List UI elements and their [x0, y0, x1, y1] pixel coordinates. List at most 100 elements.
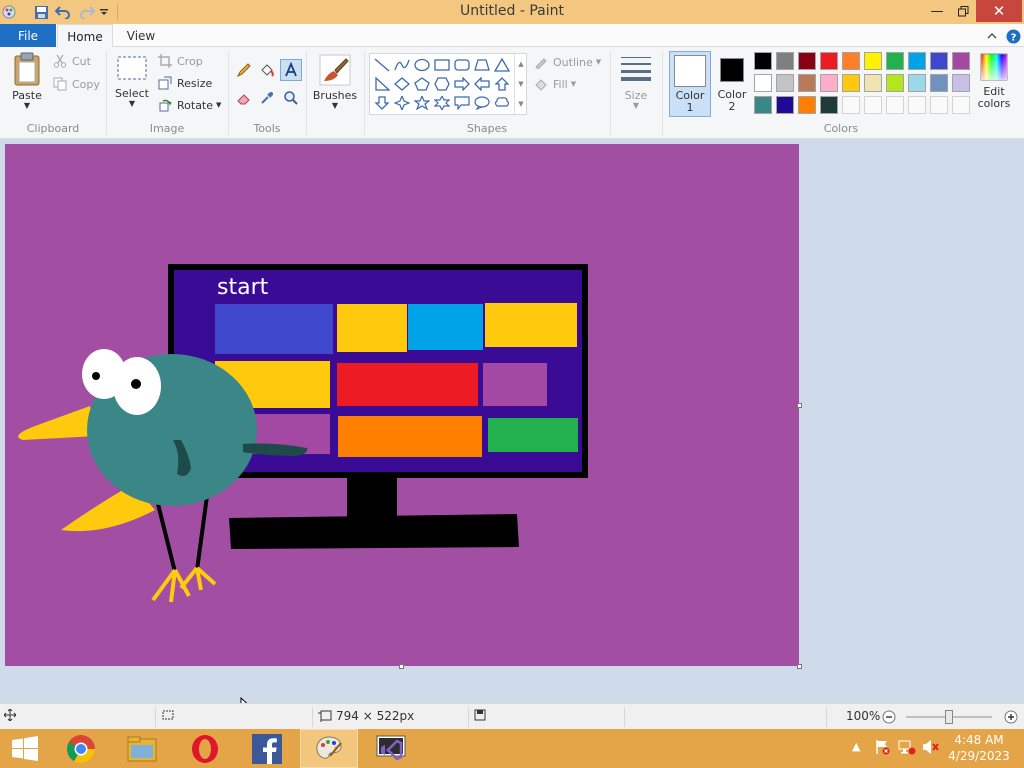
- rotate-button[interactable]: Rotate ▼: [157, 96, 221, 114]
- shape-pentagon-icon[interactable]: [412, 75, 432, 93]
- palette-swatch-empty[interactable]: [952, 96, 970, 114]
- palette-swatch[interactable]: [908, 74, 926, 92]
- shape-line-icon[interactable]: [372, 56, 392, 74]
- scroll-down-icon[interactable]: ▼: [518, 80, 523, 88]
- palette-swatch[interactable]: [776, 96, 794, 114]
- paste-dropdown-icon[interactable]: ▼: [24, 102, 30, 110]
- fill-dropdown-icon[interactable]: ▼: [571, 80, 576, 88]
- shape-left-arrow-icon[interactable]: [472, 75, 492, 93]
- shape-right-triangle-icon[interactable]: [372, 75, 392, 93]
- action-center-icon[interactable]: [874, 739, 890, 758]
- zoom-in-icon[interactable]: [1004, 710, 1018, 724]
- drawing-canvas[interactable]: start: [5, 144, 799, 666]
- tab-view[interactable]: View: [116, 24, 166, 47]
- shape-hexagon-icon[interactable]: [432, 75, 452, 93]
- shape-curve-icon[interactable]: [392, 56, 412, 74]
- shape-right-arrow-icon[interactable]: [452, 75, 472, 93]
- shape-oval-icon[interactable]: [412, 56, 432, 74]
- palette-swatch[interactable]: [754, 52, 772, 70]
- shape-four-point-star-icon[interactable]: [392, 94, 412, 112]
- shape-rounded-rectangle-icon[interactable]: [452, 56, 472, 74]
- palette-swatch-empty[interactable]: [864, 96, 882, 114]
- palette-swatch[interactable]: [820, 52, 838, 70]
- resize-handle-bottom[interactable]: [399, 664, 404, 669]
- shape-down-arrow-icon[interactable]: [372, 94, 392, 112]
- shape-cloud-callout-icon[interactable]: [492, 94, 512, 112]
- palette-swatch[interactable]: [886, 74, 904, 92]
- palette-swatch-empty[interactable]: [886, 96, 904, 114]
- color1-button[interactable]: Color 1: [669, 51, 711, 117]
- palette-swatch[interactable]: [842, 52, 860, 70]
- palette-swatch-empty[interactable]: [842, 96, 860, 114]
- restore-button[interactable]: [948, 0, 978, 22]
- system-clock[interactable]: 4:48 AM 4/29/2023: [946, 732, 1012, 764]
- shapes-scrollbar[interactable]: ▲ ▼ ▼: [514, 54, 527, 114]
- copy-button[interactable]: Copy: [52, 75, 100, 93]
- scroll-up-icon[interactable]: ▲: [518, 60, 523, 68]
- paste-button[interactable]: Paste ▼: [8, 51, 46, 110]
- palette-swatch[interactable]: [798, 74, 816, 92]
- shape-up-arrow-icon[interactable]: [492, 75, 512, 93]
- outline-dropdown-icon[interactable]: ▼: [596, 58, 601, 66]
- shape-triangle-icon[interactable]: [492, 56, 512, 74]
- palette-swatch[interactable]: [776, 52, 794, 70]
- palette-swatch[interactable]: [864, 74, 882, 92]
- shape-polygon-icon[interactable]: [472, 56, 492, 74]
- windows-start-button[interactable]: [0, 729, 50, 768]
- shape-five-point-star-icon[interactable]: [412, 94, 432, 112]
- taskbar-paint[interactable]: [300, 729, 358, 768]
- palette-swatch[interactable]: [798, 96, 816, 114]
- color-picker-tool[interactable]: [256, 87, 278, 109]
- palette-swatch[interactable]: [864, 52, 882, 70]
- fill-tool[interactable]: [256, 59, 278, 81]
- palette-swatch-empty[interactable]: [930, 96, 948, 114]
- eraser-tool[interactable]: [233, 87, 255, 109]
- palette-swatch[interactable]: [754, 96, 772, 114]
- zoom-out-icon[interactable]: [882, 710, 896, 724]
- magnifier-tool[interactable]: [280, 87, 302, 109]
- palette-swatch[interactable]: [798, 52, 816, 70]
- help-icon[interactable]: ?: [1005, 28, 1021, 44]
- size-dropdown-icon[interactable]: ▼: [633, 102, 639, 110]
- pencil-tool[interactable]: [233, 59, 255, 81]
- shape-six-point-star-icon[interactable]: [432, 94, 452, 112]
- resize-handle-corner[interactable]: [797, 664, 802, 669]
- taskbar-opera[interactable]: [180, 729, 230, 768]
- zoom-slider-thumb[interactable]: [945, 710, 953, 724]
- shape-diamond-icon[interactable]: [392, 75, 412, 93]
- palette-swatch[interactable]: [930, 74, 948, 92]
- resize-button[interactable]: Resize: [157, 74, 212, 92]
- taskbar-file-explorer[interactable]: [117, 729, 167, 768]
- palette-swatch-empty[interactable]: [908, 96, 926, 114]
- outline-button[interactable]: Outline ▼: [533, 53, 601, 71]
- minimize-ribbon-icon[interactable]: [984, 28, 1000, 44]
- tab-home[interactable]: Home: [57, 24, 113, 48]
- palette-swatch[interactable]: [776, 74, 794, 92]
- rotate-dropdown-icon[interactable]: ▼: [216, 101, 221, 109]
- taskbar-chrome[interactable]: [56, 729, 106, 768]
- edit-colors-button[interactable]: Edit colors: [975, 53, 1013, 110]
- shape-rectangle-icon[interactable]: [432, 56, 452, 74]
- brushes-dropdown-icon[interactable]: ▼: [332, 102, 338, 110]
- palette-swatch[interactable]: [908, 52, 926, 70]
- taskbar-facebook[interactable]: [242, 729, 292, 768]
- close-button[interactable]: ✕: [976, 0, 1022, 22]
- palette-swatch[interactable]: [820, 96, 838, 114]
- show-hidden-icons[interactable]: ▲: [852, 740, 860, 753]
- fill-button[interactable]: Fill ▼: [533, 75, 576, 93]
- palette-swatch[interactable]: [952, 74, 970, 92]
- brushes-button[interactable]: Brushes ▼: [313, 53, 357, 110]
- palette-swatch[interactable]: [820, 74, 838, 92]
- tab-file[interactable]: File: [0, 24, 56, 47]
- palette-swatch[interactable]: [842, 74, 860, 92]
- resize-handle-right[interactable]: [797, 403, 802, 408]
- crop-button[interactable]: Crop: [157, 52, 203, 70]
- taskbar-visual-studio[interactable]: [366, 729, 416, 768]
- text-tool[interactable]: [280, 59, 302, 81]
- shape-rect-callout-icon[interactable]: [452, 94, 472, 112]
- color2-button[interactable]: Color 2: [714, 51, 750, 117]
- palette-swatch[interactable]: [754, 74, 772, 92]
- palette-swatch[interactable]: [886, 52, 904, 70]
- palette-swatch[interactable]: [930, 52, 948, 70]
- palette-swatch[interactable]: [952, 52, 970, 70]
